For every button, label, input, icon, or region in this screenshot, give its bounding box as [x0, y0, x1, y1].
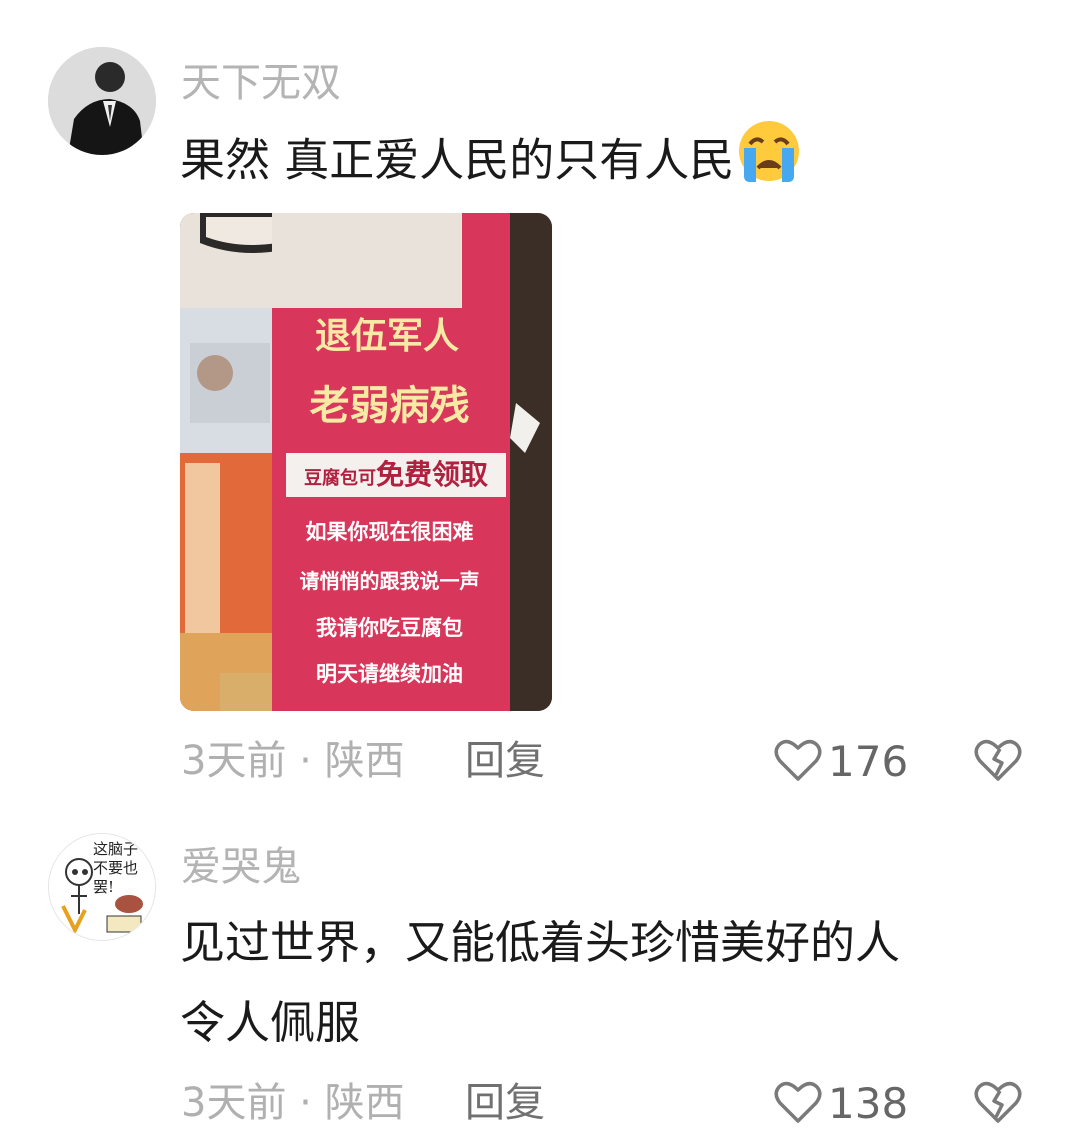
- avatar-caption: 这脑子不要也罢!: [93, 840, 139, 896]
- meta-separator: ·: [299, 738, 312, 784]
- like-count: 138: [828, 1079, 909, 1128]
- comment-text: 果然 真正爱人民的只有人民: [180, 118, 802, 209]
- sign-box-small: 豆腐包可: [303, 468, 376, 489]
- broken-heart-icon: [974, 739, 1022, 787]
- avatar[interactable]: [48, 47, 156, 155]
- sign-line: 老弱病残: [309, 383, 470, 429]
- sign-box-big: 免费领取: [375, 458, 488, 491]
- dislike-button[interactable]: [974, 737, 1022, 787]
- sign-line: 如果你现在很困难: [305, 520, 474, 544]
- sign-line: 明天请继续加油: [316, 662, 463, 686]
- reply-button[interactable]: 回复: [465, 741, 545, 781]
- heart-icon: [774, 1079, 822, 1129]
- comment-meta: 3天前 · 陕西: [181, 741, 405, 781]
- comment-text-content: 果然 真正爱人民的只有人民: [180, 133, 735, 187]
- like-button[interactable]: 138: [774, 1079, 908, 1129]
- comment-time: 3天前: [181, 1080, 287, 1126]
- heart-icon: [774, 737, 822, 787]
- like-count: 176: [828, 737, 909, 786]
- comment-meta: 3天前 · 陕西: [181, 1083, 405, 1123]
- username[interactable]: 天下无双: [181, 63, 341, 103]
- broken-heart-icon: [974, 1081, 1022, 1129]
- meta-separator: ·: [299, 1080, 312, 1126]
- sign-line: 我请你吃豆腐包: [316, 616, 463, 640]
- comment-location: 陕西: [324, 1080, 405, 1126]
- dislike-button[interactable]: [974, 1079, 1022, 1129]
- reply-button[interactable]: 回复: [465, 1083, 545, 1123]
- sign-line: 请悄悄的跟我说一声: [299, 569, 480, 593]
- avatar[interactable]: 这脑子不要也罢!: [48, 833, 156, 941]
- comment-text-line: 见过世界，又能低着头珍惜美好的人: [180, 916, 901, 969]
- comment-image[interactable]: 退伍军人 老弱病残 豆腐包可免费领取 如果你现在很困难 请悄悄的跟我说一声 我请…: [180, 213, 552, 711]
- comment-text-line: 令人佩服: [180, 996, 361, 1049]
- comment-time: 3天前: [181, 738, 287, 784]
- comment-location: 陕西: [324, 738, 405, 784]
- sign-line: 退伍军人: [314, 316, 459, 357]
- sign-free-box: 豆腐包可免费领取: [286, 453, 506, 497]
- crying-emoji-icon: [736, 118, 802, 209]
- like-button[interactable]: 176: [774, 737, 908, 787]
- username[interactable]: 爱哭鬼: [181, 847, 301, 887]
- comment-text: 见过世界，又能低着头珍惜美好的人 令人佩服: [180, 903, 900, 1063]
